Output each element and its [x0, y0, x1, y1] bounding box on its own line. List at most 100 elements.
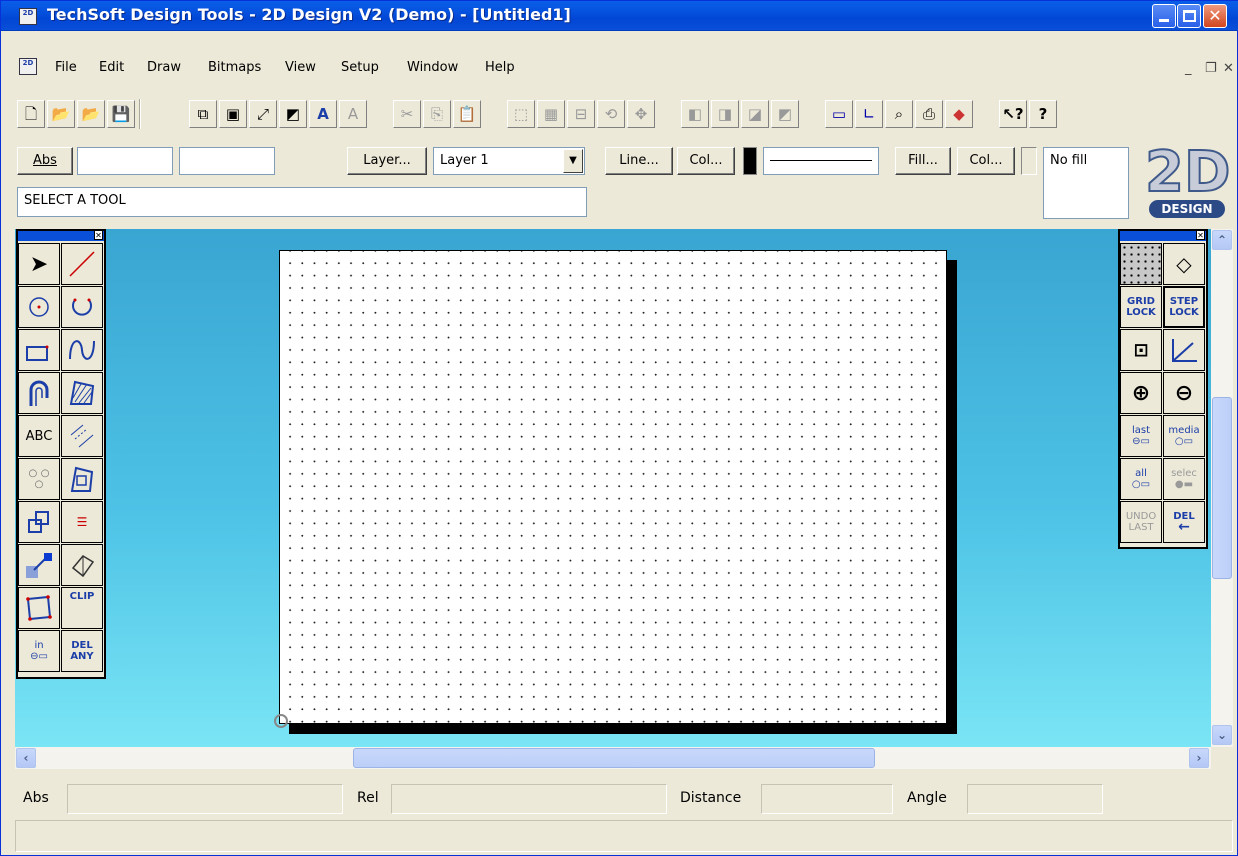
select-all-icon[interactable]: ⬚: [507, 100, 535, 128]
layer-down-icon[interactable]: ◩: [771, 100, 799, 128]
grid-icon[interactable]: ▦: [537, 100, 565, 128]
layer-button[interactable]: Layer...: [347, 147, 427, 175]
mdi-minimize-icon[interactable]: _: [1185, 61, 1192, 76]
menu-help[interactable]: Help: [485, 60, 515, 75]
close-button[interactable]: ✕: [1203, 4, 1227, 28]
vertical-scroll-thumb[interactable]: [1212, 397, 1232, 579]
mdi-restore-icon[interactable]: ❐: [1205, 61, 1217, 76]
zoom-out-icon[interactable]: ⊖: [1163, 372, 1205, 414]
scroll-left-icon[interactable]: ‹: [16, 748, 36, 768]
abs-button[interactable]: Abs: [17, 147, 73, 175]
select-selec-button[interactable]: selec ●▬: [1163, 458, 1205, 500]
fill-color-button[interactable]: Col...: [957, 147, 1015, 175]
select-all-button[interactable]: all ○▭: [1120, 458, 1162, 500]
menu-edit[interactable]: Edit: [99, 60, 124, 75]
drawing-canvas-area[interactable]: ✕ ➤ ABC ○ ○ ○ ☰ CLIP in ⊖▭ DEL ANY ✕ ◇ G…: [15, 229, 1211, 747]
scroll-right-icon[interactable]: ›: [1189, 748, 1209, 768]
delete-any-button[interactable]: DEL ANY: [61, 630, 103, 672]
axes-icon[interactable]: ∟: [855, 100, 883, 128]
trim-tool-icon[interactable]: [61, 458, 103, 500]
rotate-icon[interactable]: ⟲: [597, 100, 625, 128]
lasso-icon[interactable]: ◇: [1163, 243, 1205, 285]
select-in-button[interactable]: in ⊖▭: [18, 630, 60, 672]
menu-bitmaps[interactable]: Bitmaps: [208, 60, 261, 75]
horizontal-scrollbar[interactable]: ‹ ›: [15, 747, 1211, 769]
move-icon[interactable]: ✥: [627, 100, 655, 128]
magnify-icon[interactable]: ⌕: [885, 100, 913, 128]
left-palette-titlebar[interactable]: ✕: [18, 230, 104, 241]
align-icon[interactable]: ⊟: [567, 100, 595, 128]
minimize-button[interactable]: [1152, 4, 1176, 28]
select-last-button[interactable]: last ⊖▭: [1120, 415, 1162, 457]
scroll-up-icon[interactable]: ⌃: [1212, 230, 1232, 250]
step-lock-button[interactable]: STEP LOCK: [1163, 286, 1205, 328]
line-color-swatch[interactable]: [743, 147, 757, 175]
line-color-button[interactable]: Col...: [677, 147, 735, 175]
circle-tool-icon[interactable]: [18, 286, 60, 328]
open-add-icon[interactable]: 📂: [77, 100, 105, 128]
rectangle-tool-icon[interactable]: [18, 329, 60, 371]
offset-tool-icon[interactable]: [18, 372, 60, 414]
line-style-button[interactable]: Line...: [605, 147, 673, 175]
line-style-preview[interactable]: [763, 147, 879, 175]
zoom-window-icon[interactable]: ⧉: [189, 100, 217, 128]
undo-last-button[interactable]: UNDO LAST: [1120, 501, 1162, 543]
mdi-close-icon[interactable]: ✕: [1223, 61, 1234, 76]
export-icon[interactable]: ◆: [945, 100, 973, 128]
app-icon[interactable]: 2D: [19, 8, 37, 25]
help-icon[interactable]: ?: [1029, 100, 1057, 128]
horizontal-scroll-thumb[interactable]: [353, 748, 875, 768]
menu-setup[interactable]: Setup: [341, 60, 379, 75]
menu-window[interactable]: Window: [407, 60, 458, 75]
paste-icon[interactable]: 📋: [453, 100, 481, 128]
copy-transform-icon[interactable]: [18, 501, 60, 543]
close-icon[interactable]: ✕: [1196, 230, 1205, 240]
layer-back-icon[interactable]: ◨: [711, 100, 739, 128]
title-bar[interactable]: 2D TechSoft Design Tools - 2D Design V2 …: [1, 1, 1238, 31]
close-icon[interactable]: ✕: [94, 230, 103, 240]
dimension-tool-icon[interactable]: [61, 415, 103, 457]
menu-view[interactable]: View: [285, 60, 316, 75]
select-media-button[interactable]: media ○▭: [1163, 415, 1205, 457]
delete-back-button[interactable]: DEL ←: [1163, 501, 1205, 543]
maximize-button[interactable]: [1177, 4, 1201, 28]
vertical-scrollbar[interactable]: ⌃ ⌄: [1211, 229, 1233, 747]
y-coordinate-input[interactable]: [179, 147, 275, 175]
select-arrow-icon[interactable]: ➤: [18, 243, 60, 285]
menu-file[interactable]: File: [55, 60, 77, 75]
x-coordinate-input[interactable]: [77, 147, 173, 175]
text-icon[interactable]: A: [309, 100, 337, 128]
arc-tool-icon[interactable]: [61, 286, 103, 328]
screen-icon[interactable]: ▭: [825, 100, 853, 128]
points-tool-icon[interactable]: ○ ○ ○: [18, 458, 60, 500]
fill-color-swatch[interactable]: [1021, 147, 1037, 175]
menu-draw[interactable]: Draw: [147, 60, 181, 75]
fill-button[interactable]: Fill...: [895, 147, 951, 175]
axes-snap-icon[interactable]: [1163, 329, 1205, 371]
polygon-tool-icon[interactable]: [18, 587, 60, 629]
snap-icon[interactable]: ⊡: [1120, 329, 1162, 371]
drawing-sheet[interactable]: [279, 250, 947, 724]
hatch-tool-icon[interactable]: [61, 372, 103, 414]
curve-tool-icon[interactable]: [61, 329, 103, 371]
copy-icon[interactable]: ⎘: [423, 100, 451, 128]
zoom-fit-icon[interactable]: ▣: [219, 100, 247, 128]
grid-dots-icon[interactable]: [1120, 243, 1162, 285]
layer-select[interactable]: Layer 1 ▼: [433, 147, 585, 175]
save-icon[interactable]: 💾: [107, 100, 135, 128]
new-file-icon[interactable]: 🗋: [17, 100, 45, 128]
help-pointer-icon[interactable]: ↖?: [999, 100, 1027, 128]
open-file-icon[interactable]: 📂: [47, 100, 75, 128]
cut-icon[interactable]: ✂: [393, 100, 421, 128]
line-tool-icon[interactable]: [61, 243, 103, 285]
clip-tool-icon[interactable]: CLIP: [61, 587, 103, 629]
fill-preview[interactable]: No fill: [1043, 147, 1129, 219]
document-icon[interactable]: 2D: [19, 58, 37, 75]
zoom-in-icon[interactable]: ⤢: [249, 100, 277, 128]
bitmap-tool-icon[interactable]: [18, 544, 60, 586]
scroll-down-icon[interactable]: ⌄: [1212, 725, 1232, 745]
layer-front-icon[interactable]: ◧: [681, 100, 709, 128]
text-disabled-icon[interactable]: A: [339, 100, 367, 128]
zoom-in-icon[interactable]: ⊕: [1120, 372, 1162, 414]
right-palette-titlebar[interactable]: ✕: [1120, 230, 1206, 241]
